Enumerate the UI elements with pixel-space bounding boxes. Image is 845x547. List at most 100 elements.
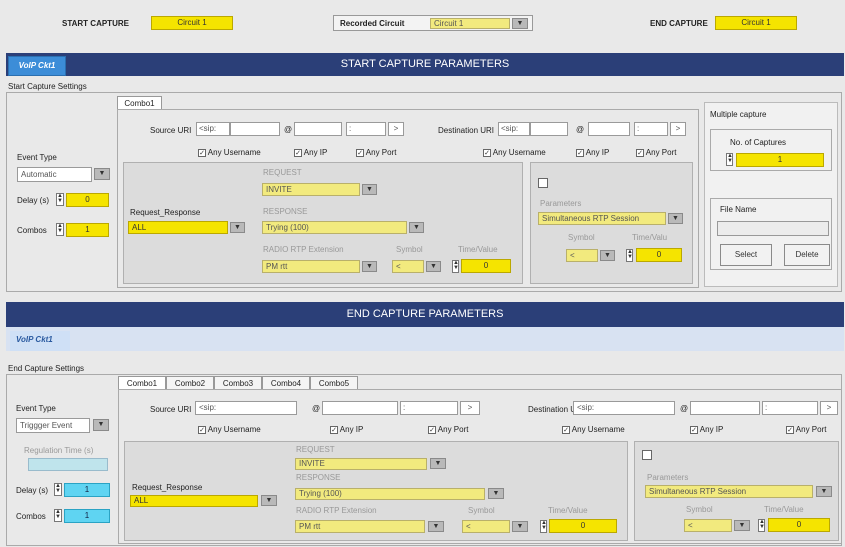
event-type-select[interactable]: Automatic	[17, 167, 92, 182]
chevron-down-icon[interactable]: ▼	[488, 488, 504, 499]
end-dest-any-ip-checkbox[interactable]: ✓	[690, 426, 698, 434]
chevron-down-icon[interactable]: ▼	[94, 168, 110, 180]
end-combos-input[interactable]: 1	[64, 509, 110, 523]
end-param-time-spinner[interactable]: ▲ ▼	[758, 519, 765, 532]
chevron-down-icon[interactable]: ▼	[230, 222, 245, 233]
time-value-spinner[interactable]: ▲ ▼	[452, 260, 459, 273]
end-source-port-field[interactable]: :	[400, 401, 458, 415]
combos-input[interactable]: 1	[66, 223, 109, 237]
symbol-select[interactable]: <	[392, 260, 424, 273]
end-param-time-input[interactable]: 0	[768, 518, 830, 532]
tab-combo3[interactable]: Combo3	[214, 376, 262, 390]
parameters-checkbox[interactable]	[538, 178, 548, 188]
chevron-down-icon[interactable]: ▼	[426, 261, 441, 272]
end-source-sip-field[interactable]: <sip:	[195, 401, 297, 415]
param-symbol-select[interactable]: <	[566, 249, 598, 262]
chevron-down-icon[interactable]: ▼	[734, 520, 750, 531]
chevron-down-icon[interactable]: ▼	[362, 261, 377, 272]
response-label: RESPONSE	[263, 207, 308, 216]
source-port-field[interactable]: :	[346, 122, 386, 136]
no-of-captures-input[interactable]: 1	[736, 153, 824, 167]
any-ip-checkbox[interactable]: ✓	[294, 149, 302, 157]
end-dest-close-field[interactable]: >	[820, 401, 838, 415]
end-request-select[interactable]: INVITE	[295, 458, 427, 470]
end-dest-any-username-checkbox[interactable]: ✓	[562, 426, 570, 434]
dest-user-field[interactable]	[530, 122, 568, 136]
end-any-ip-checkbox[interactable]: ✓	[330, 426, 338, 434]
end-parameters-checkbox[interactable]	[642, 450, 652, 460]
tab-combo1[interactable]: Combo1	[117, 96, 162, 110]
source-user-field[interactable]	[230, 122, 280, 136]
any-port-checkbox[interactable]: ✓	[356, 149, 364, 157]
dest-any-username-checkbox[interactable]: ✓	[483, 149, 491, 157]
chevron-down-icon[interactable]: ▼	[430, 458, 446, 469]
chevron-down-icon[interactable]: ▼	[261, 495, 277, 506]
radio-rtp-select[interactable]: PM rtt	[262, 260, 360, 273]
param-time-spinner[interactable]: ▲ ▼	[626, 249, 633, 262]
chevron-down-icon[interactable]: ▼	[409, 222, 424, 233]
source-host-field[interactable]	[294, 122, 342, 136]
end-request-response-select[interactable]: ALL	[130, 495, 258, 507]
chevron-down-icon[interactable]: ▼	[512, 521, 528, 532]
any-username-checkbox[interactable]: ✓	[198, 149, 206, 157]
no-of-captures-spinner[interactable]: ▲ ▼	[726, 153, 733, 166]
end-dest-any-port-checkbox[interactable]: ✓	[786, 426, 794, 434]
end-source-host-field[interactable]	[322, 401, 398, 415]
tab-voip-ckt1-start[interactable]: VoIP Ckt1	[8, 56, 66, 76]
combos-spinner[interactable]: ▲ ▼	[56, 223, 64, 236]
select-button[interactable]: Select	[720, 244, 772, 266]
end-dest-port-field[interactable]: :	[762, 401, 818, 415]
chevron-down-icon[interactable]: ▼	[816, 486, 832, 497]
end-radio-rtp-select[interactable]: PM rtt	[295, 520, 425, 533]
request-select[interactable]: INVITE	[262, 183, 360, 196]
source-sip-field[interactable]: <sip:	[196, 122, 230, 136]
dest-host-field[interactable]	[588, 122, 630, 136]
param-time-input[interactable]: 0	[636, 248, 682, 262]
tab-combo5[interactable]: Combo5	[310, 376, 358, 390]
delay-spinner[interactable]: ▲ ▼	[56, 193, 64, 206]
chevron-down-icon[interactable]: ▼	[600, 250, 615, 261]
chevron-down-icon[interactable]: ▼	[428, 521, 444, 532]
chevron-down-icon[interactable]: ▼	[668, 213, 683, 224]
response-select[interactable]: Trying (100)	[262, 221, 407, 234]
request-response-select[interactable]: ALL	[128, 221, 228, 234]
end-event-type-select[interactable]: Triggger Event	[16, 418, 90, 433]
tab-combo2[interactable]: Combo2	[166, 376, 214, 390]
start-capture-circuit[interactable]: Circuit 1	[151, 16, 233, 30]
end-param-symbol-select[interactable]: <	[684, 519, 732, 532]
end-source-close-field[interactable]: >	[460, 401, 480, 415]
chevron-down-icon[interactable]: ▼	[362, 184, 377, 195]
end-symbol-select[interactable]: <	[462, 520, 510, 533]
chevron-down-icon[interactable]: ▼	[93, 419, 109, 431]
end-dest-host-field[interactable]	[690, 401, 760, 415]
end-response-select[interactable]: Trying (100)	[295, 488, 485, 500]
request-label: REQUEST	[263, 168, 302, 177]
dest-any-ip-checkbox[interactable]: ✓	[576, 149, 584, 157]
end-time-value-spinner[interactable]: ▲ ▼	[540, 520, 547, 533]
dest-port-field[interactable]: :	[634, 122, 668, 136]
delay-input[interactable]: 0	[66, 193, 109, 207]
dest-any-port-checkbox[interactable]: ✓	[636, 149, 644, 157]
tab-combo1[interactable]: Combo1	[118, 376, 166, 390]
end-time-value-input[interactable]: 0	[549, 519, 617, 533]
tab-voip-ckt1-end[interactable]: VoIP Ckt1	[10, 331, 70, 351]
end-any-username-checkbox[interactable]: ✓	[198, 426, 206, 434]
end-parameters-select[interactable]: Simultaneous RTP Session	[645, 485, 813, 498]
time-value-input[interactable]: 0	[461, 259, 511, 273]
parameters-select[interactable]: Simultaneous RTP Session	[538, 212, 666, 225]
delete-button[interactable]: Delete	[784, 244, 830, 266]
dest-close-field[interactable]: >	[670, 122, 686, 136]
end-dest-sip-field[interactable]: <sip:	[573, 401, 675, 415]
chevron-down-icon[interactable]: ▼	[512, 18, 528, 29]
source-close-field[interactable]: >	[388, 122, 404, 136]
end-delay-spinner[interactable]: ▲ ▼	[54, 483, 62, 496]
file-name-field[interactable]	[717, 221, 829, 236]
end-any-port-checkbox[interactable]: ✓	[428, 426, 436, 434]
recorded-circuit-select[interactable]: Circuit 1	[430, 18, 510, 29]
regulation-time-input[interactable]	[28, 458, 108, 471]
end-capture-circuit[interactable]: Circuit 1	[715, 16, 797, 30]
end-delay-input[interactable]: 1	[64, 483, 110, 497]
dest-sip-field[interactable]: <sip:	[498, 122, 530, 136]
end-combos-spinner[interactable]: ▲ ▼	[54, 509, 62, 522]
tab-combo4[interactable]: Combo4	[262, 376, 310, 390]
